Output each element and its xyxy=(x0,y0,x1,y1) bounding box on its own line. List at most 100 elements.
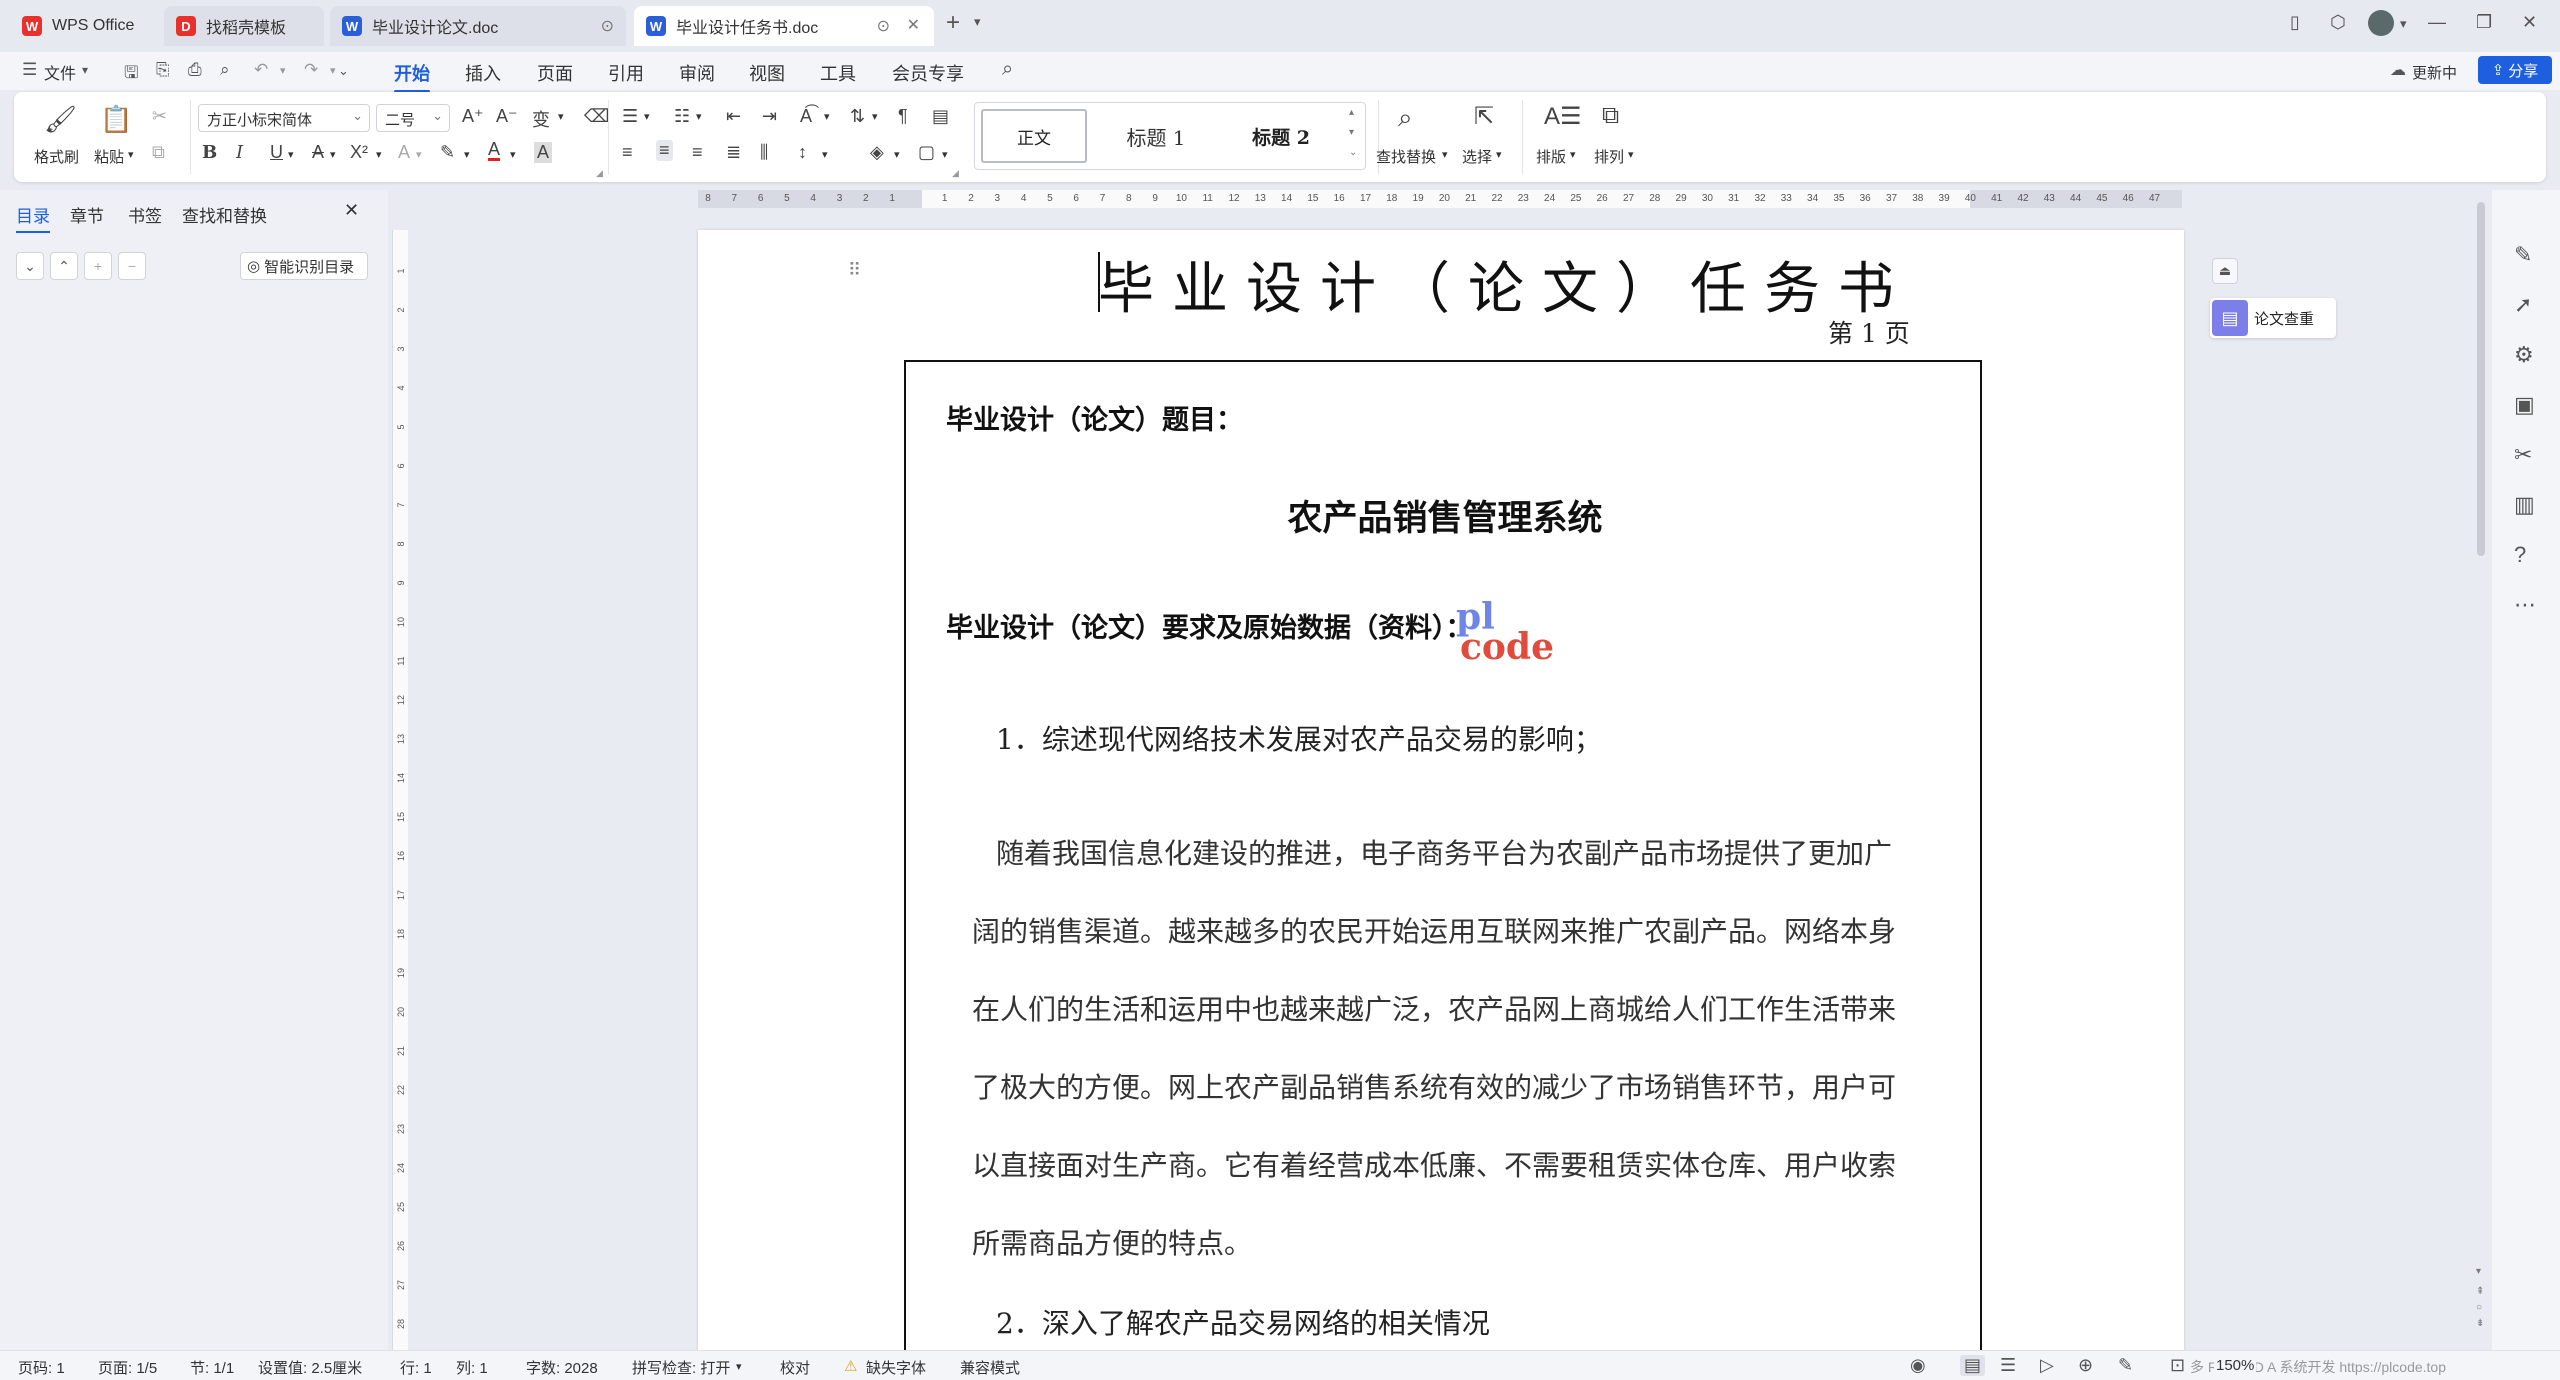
edit-mode-icon[interactable]: ✎ xyxy=(2118,1355,2133,1376)
underline-icon[interactable]: U xyxy=(270,142,283,163)
cut-icon[interactable]: ✂ xyxy=(152,106,167,127)
chevron-down-icon[interactable]: ▾ xyxy=(644,110,650,123)
grow-font-icon[interactable]: A⁺ xyxy=(462,106,484,127)
table-lines-icon[interactable]: ▤ xyxy=(932,106,949,127)
strikethrough-icon[interactable]: A xyxy=(312,142,324,163)
highlight-icon[interactable]: ✎ xyxy=(440,142,455,163)
document-page[interactable]: ⠿ 毕业设计（论文）任务书 第 1 页 毕业设计（论文）题目： 农产品销售管理系… xyxy=(698,230,2184,1350)
remove-heading-button[interactable]: − xyxy=(118,252,146,280)
text-direction-icon[interactable]: A͡ xyxy=(800,106,812,127)
font-name-select[interactable]: 方正小标宋简体 ⌄ xyxy=(198,104,370,132)
print-preview-icon[interactable]: ⌕ xyxy=(220,60,230,80)
menu-tools[interactable]: 工具 xyxy=(820,60,856,86)
chevron-down-icon[interactable]: ▾ xyxy=(894,148,900,161)
clear-format-icon[interactable]: ⌫ xyxy=(584,106,609,127)
sliders-icon[interactable]: ⚙ xyxy=(2514,342,2534,368)
pin-icon[interactable]: ⊙ xyxy=(877,16,890,36)
tab-graduation-thesis[interactable]: W 毕业设计论文.doc ⊙ xyxy=(330,6,626,46)
menu-member[interactable]: 会员专享 xyxy=(892,60,964,86)
status-page[interactable]: 页码: 1 xyxy=(18,1357,65,1378)
chevron-down-icon[interactable]: ▾ xyxy=(288,148,294,161)
chevron-down-icon[interactable]: ▾ xyxy=(330,148,336,161)
collapse-panel-button[interactable]: ⏏ xyxy=(2212,258,2238,284)
paste-button[interactable]: 粘贴 xyxy=(94,146,124,167)
style-heading-2[interactable]: 标题 2 xyxy=(1221,109,1341,163)
chevron-down-icon[interactable]: ▾ xyxy=(2400,16,2407,32)
save-icon[interactable]: 🖫 xyxy=(124,60,138,89)
shrink-font-icon[interactable]: A⁻ xyxy=(496,106,518,127)
superscript-icon[interactable]: X² xyxy=(350,142,368,163)
status-pages[interactable]: 页面: 1/5 xyxy=(98,1357,157,1378)
chevron-down-icon[interactable]: ▾ xyxy=(1628,148,1634,161)
prev-page-icon[interactable]: ⇞ xyxy=(2476,1286,2484,1297)
status-missing-font[interactable]: 缺失字体 xyxy=(866,1357,926,1378)
distribute-icon[interactable]: ⫼ xyxy=(760,142,768,163)
chevron-down-icon[interactable]: ▾ xyxy=(82,63,88,77)
arrange-button[interactable]: 排列 xyxy=(1594,146,1624,167)
tools-icon[interactable]: ✂ xyxy=(2514,442,2532,468)
status-row[interactable]: 行: 1 xyxy=(400,1357,432,1378)
align-left-icon[interactable]: ≡ xyxy=(622,142,633,163)
export-pdf-icon[interactable]: ⎘ xyxy=(156,60,170,80)
close-window-icon[interactable]: ✕ xyxy=(2522,12,2537,33)
scroll-down-icon[interactable]: ▾ xyxy=(1349,127,1354,138)
font-size-select[interactable]: 二号 ⌄ xyxy=(376,104,450,132)
select-button[interactable]: 选择 xyxy=(1462,146,1492,167)
borders-icon[interactable]: ▢ xyxy=(918,142,935,163)
nav-tab-bookmarks[interactable]: 书签 xyxy=(128,202,162,227)
chevron-down-icon[interactable]: ▾ xyxy=(376,148,382,161)
layout-typeset-icon[interactable]: A☰ xyxy=(1544,102,1582,131)
layout-button[interactable]: 排版 xyxy=(1536,146,1566,167)
fit-page-icon[interactable]: ⊡ xyxy=(2170,1355,2185,1376)
zoom-level[interactable]: 150% xyxy=(2214,1357,2257,1374)
close-pane-icon[interactable]: ✕ xyxy=(344,200,359,221)
copy-icon[interactable]: ⧉ xyxy=(152,142,165,163)
format-painter-icon[interactable]: 🖌 xyxy=(44,104,77,135)
nav-tab-chapters[interactable]: 章节 xyxy=(70,202,104,227)
vertical-scrollbar[interactable]: ▾ ⇞ ○ ⇟ xyxy=(2472,190,2490,1350)
chevron-down-icon[interactable]: ▾ xyxy=(942,148,948,161)
show-marks-icon[interactable]: ¶ xyxy=(898,106,908,127)
expand-gallery-icon[interactable]: ⌄ xyxy=(1349,147,1357,158)
document-canvas[interactable]: ⠿ 毕业设计（论文）任务书 第 1 页 毕业设计（论文）题目： 农产品销售管理系… xyxy=(410,212,2470,1350)
menu-insert[interactable]: 插入 xyxy=(465,60,501,86)
update-status[interactable]: 更新中 xyxy=(2412,62,2457,83)
share-button[interactable]: ⇪ 分享 xyxy=(2478,56,2552,84)
select-browse-icon[interactable]: ○ xyxy=(2476,1302,2482,1313)
select-cursor-icon[interactable]: ⇱ xyxy=(1474,102,1494,131)
smart-toc-button[interactable]: ◎ 智能识别目录 xyxy=(240,252,368,280)
restore-icon[interactable]: ❐ xyxy=(2476,12,2492,33)
format-painter-button[interactable]: 格式刷 xyxy=(34,146,79,167)
status-setting[interactable]: 设置值: 2.5厘米 xyxy=(258,1357,362,1378)
style-heading-1[interactable]: 标题 1 xyxy=(1095,109,1217,163)
nav-tab-find-replace[interactable]: 查找和替换 xyxy=(182,202,267,227)
arrange-icon[interactable]: ⧉ xyxy=(1602,102,1619,130)
chevron-down-icon[interactable]: ▾ xyxy=(1570,148,1576,161)
paste-icon[interactable]: 📋 xyxy=(100,104,132,135)
bold-icon[interactable]: B xyxy=(202,142,217,163)
menu-page[interactable]: 页面 xyxy=(537,60,573,86)
vertical-ruler[interactable]: 1 2 3 4 5 6 7 8 9 10 11 12 13 14 15 16 17 18 19 20 21 22 23 24 2… xyxy=(392,230,408,1350)
pen-icon[interactable]: ✎ xyxy=(2514,242,2532,268)
close-tab-icon[interactable]: ✕ xyxy=(907,15,920,35)
layout-icon[interactable]: ▯ xyxy=(2290,12,2300,33)
decrease-indent-icon[interactable]: ⇤ xyxy=(726,106,741,127)
tab-docer[interactable]: D 找稻壳模板 xyxy=(164,6,324,46)
find-replace-button[interactable]: 查找替换 xyxy=(1376,146,1436,167)
find-replace-icon[interactable]: ⌕ xyxy=(1398,102,1413,134)
chevron-down-icon[interactable]: ▾ xyxy=(558,110,564,123)
chevron-down-icon[interactable]: ▾ xyxy=(510,148,516,161)
add-heading-button[interactable]: + xyxy=(84,252,112,280)
menu-home[interactable]: 开始 xyxy=(394,60,430,93)
justify-icon[interactable]: ≣ xyxy=(726,142,741,163)
eye-protect-icon[interactable]: ◉ xyxy=(1910,1355,1926,1376)
minimize-icon[interactable]: — xyxy=(2428,12,2446,33)
align-right-icon[interactable]: ≡ xyxy=(692,142,703,163)
chevron-down-icon[interactable]: ▾ xyxy=(330,64,336,77)
outline-view-icon[interactable]: ☰ xyxy=(2000,1355,2016,1376)
chevron-down-icon[interactable]: ▾ xyxy=(1442,148,1448,161)
help-icon[interactable]: ? xyxy=(2514,542,2526,568)
redo-icon[interactable]: ↷ xyxy=(304,60,318,80)
bullet-list-icon[interactable]: ☰ xyxy=(622,106,638,127)
scroll-up-icon[interactable]: ▴ xyxy=(1349,107,1354,118)
